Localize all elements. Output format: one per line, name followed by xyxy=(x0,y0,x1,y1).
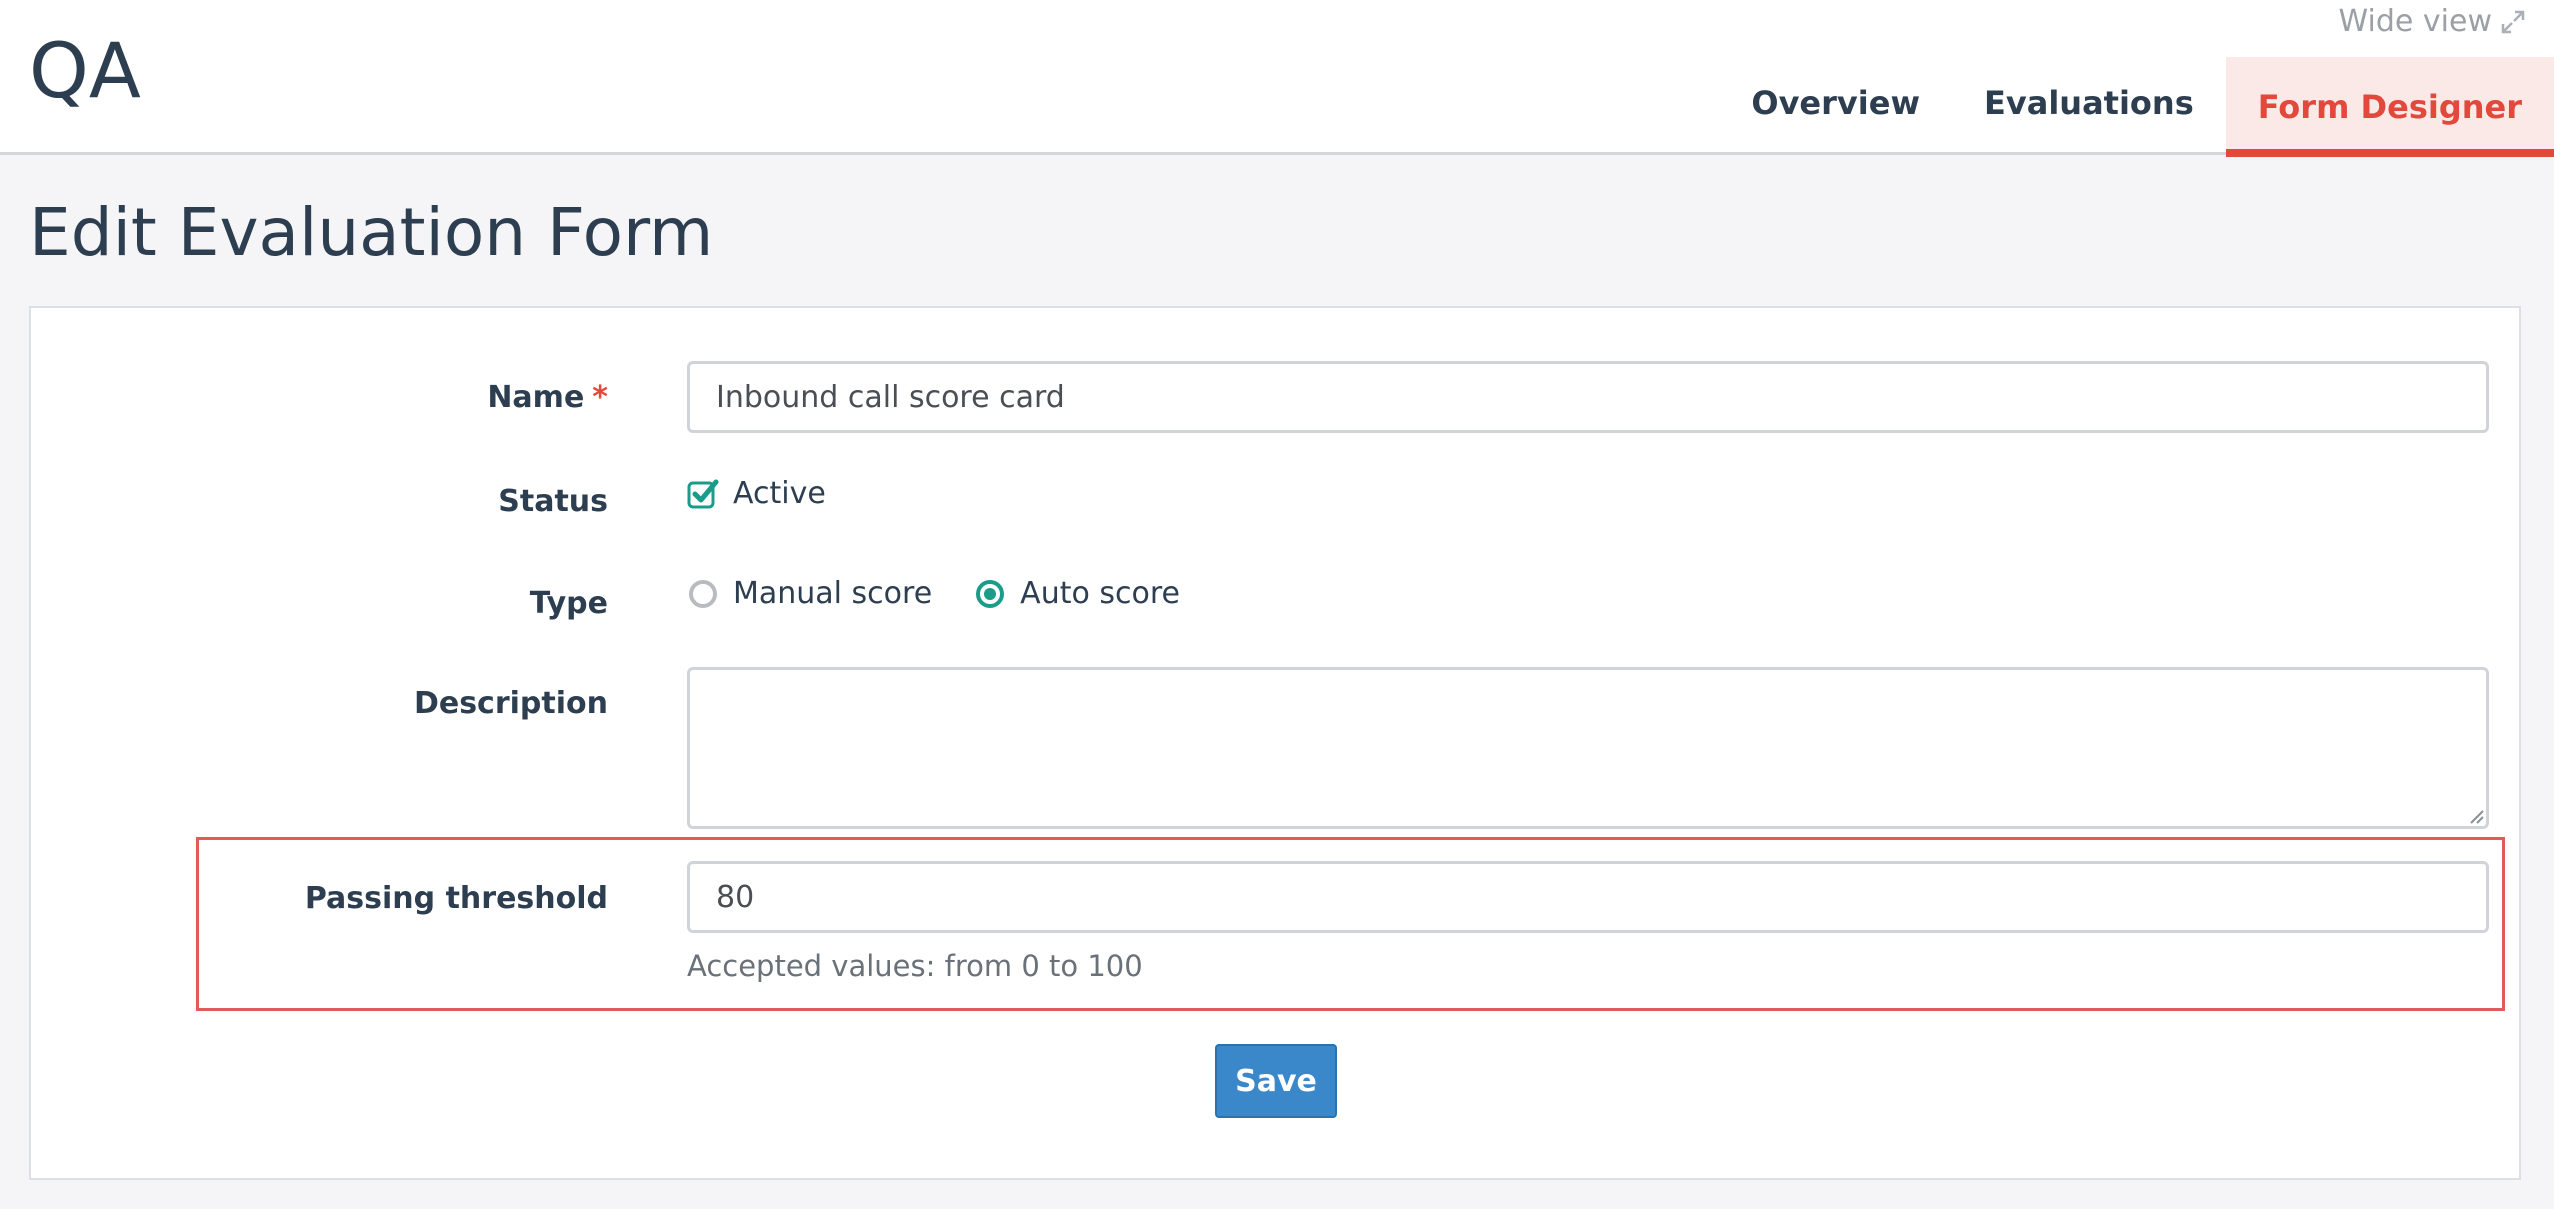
description-textarea[interactable] xyxy=(687,667,2489,829)
status-label: Status xyxy=(498,484,608,519)
status-options: Active xyxy=(687,476,868,511)
type-options: Manual score Auto score xyxy=(687,576,1222,611)
type-label: Type xyxy=(529,586,608,621)
active-checkbox-label: Active xyxy=(733,476,826,511)
tab-form-designer[interactable]: Form Designer xyxy=(2225,57,2554,157)
description-field-wrapper xyxy=(687,667,2489,829)
auto-score-radio[interactable]: Auto score xyxy=(974,576,1180,611)
page-title: Edit Evaluation Form xyxy=(29,194,714,271)
manual-score-radio[interactable]: Manual score xyxy=(687,576,932,611)
form-panel: Name* Status Active Type Manual score Au… xyxy=(29,306,2521,1180)
save-button[interactable]: Save xyxy=(1215,1044,1337,1118)
passing-threshold-label: Passing threshold xyxy=(304,881,608,916)
name-label: Name * xyxy=(487,380,608,415)
checkbox-checked-icon xyxy=(687,479,719,508)
name-label-text: Name xyxy=(487,380,585,415)
passing-threshold-help: Accepted values: from 0 to 100 xyxy=(687,949,1143,983)
manual-score-label: Manual score xyxy=(733,576,933,611)
description-label: Description xyxy=(413,686,608,721)
tab-evaluations[interactable]: Evaluations xyxy=(1952,57,2226,149)
passing-threshold-input[interactable] xyxy=(687,861,2489,933)
required-marker: * xyxy=(592,380,608,415)
radio-selected-icon xyxy=(976,579,1005,608)
radio-unselected-icon xyxy=(689,579,717,608)
auto-score-label: Auto score xyxy=(1020,576,1180,611)
resize-grip-icon[interactable] xyxy=(2467,807,2485,825)
expand-arrows-icon xyxy=(2501,10,2525,34)
app-title: QA xyxy=(29,26,141,115)
top-bar: QA Wide view Overview Evaluations Form D… xyxy=(0,0,2554,157)
active-checkbox[interactable]: Active xyxy=(687,476,826,511)
wide-view-toggle[interactable]: Wide view xyxy=(2339,2,2526,42)
wide-view-label: Wide view xyxy=(2338,4,2492,39)
main-tabs: Overview Evaluations Form Designer xyxy=(1719,57,2554,157)
name-input[interactable] xyxy=(687,361,2489,433)
tab-overview[interactable]: Overview xyxy=(1719,57,1952,149)
